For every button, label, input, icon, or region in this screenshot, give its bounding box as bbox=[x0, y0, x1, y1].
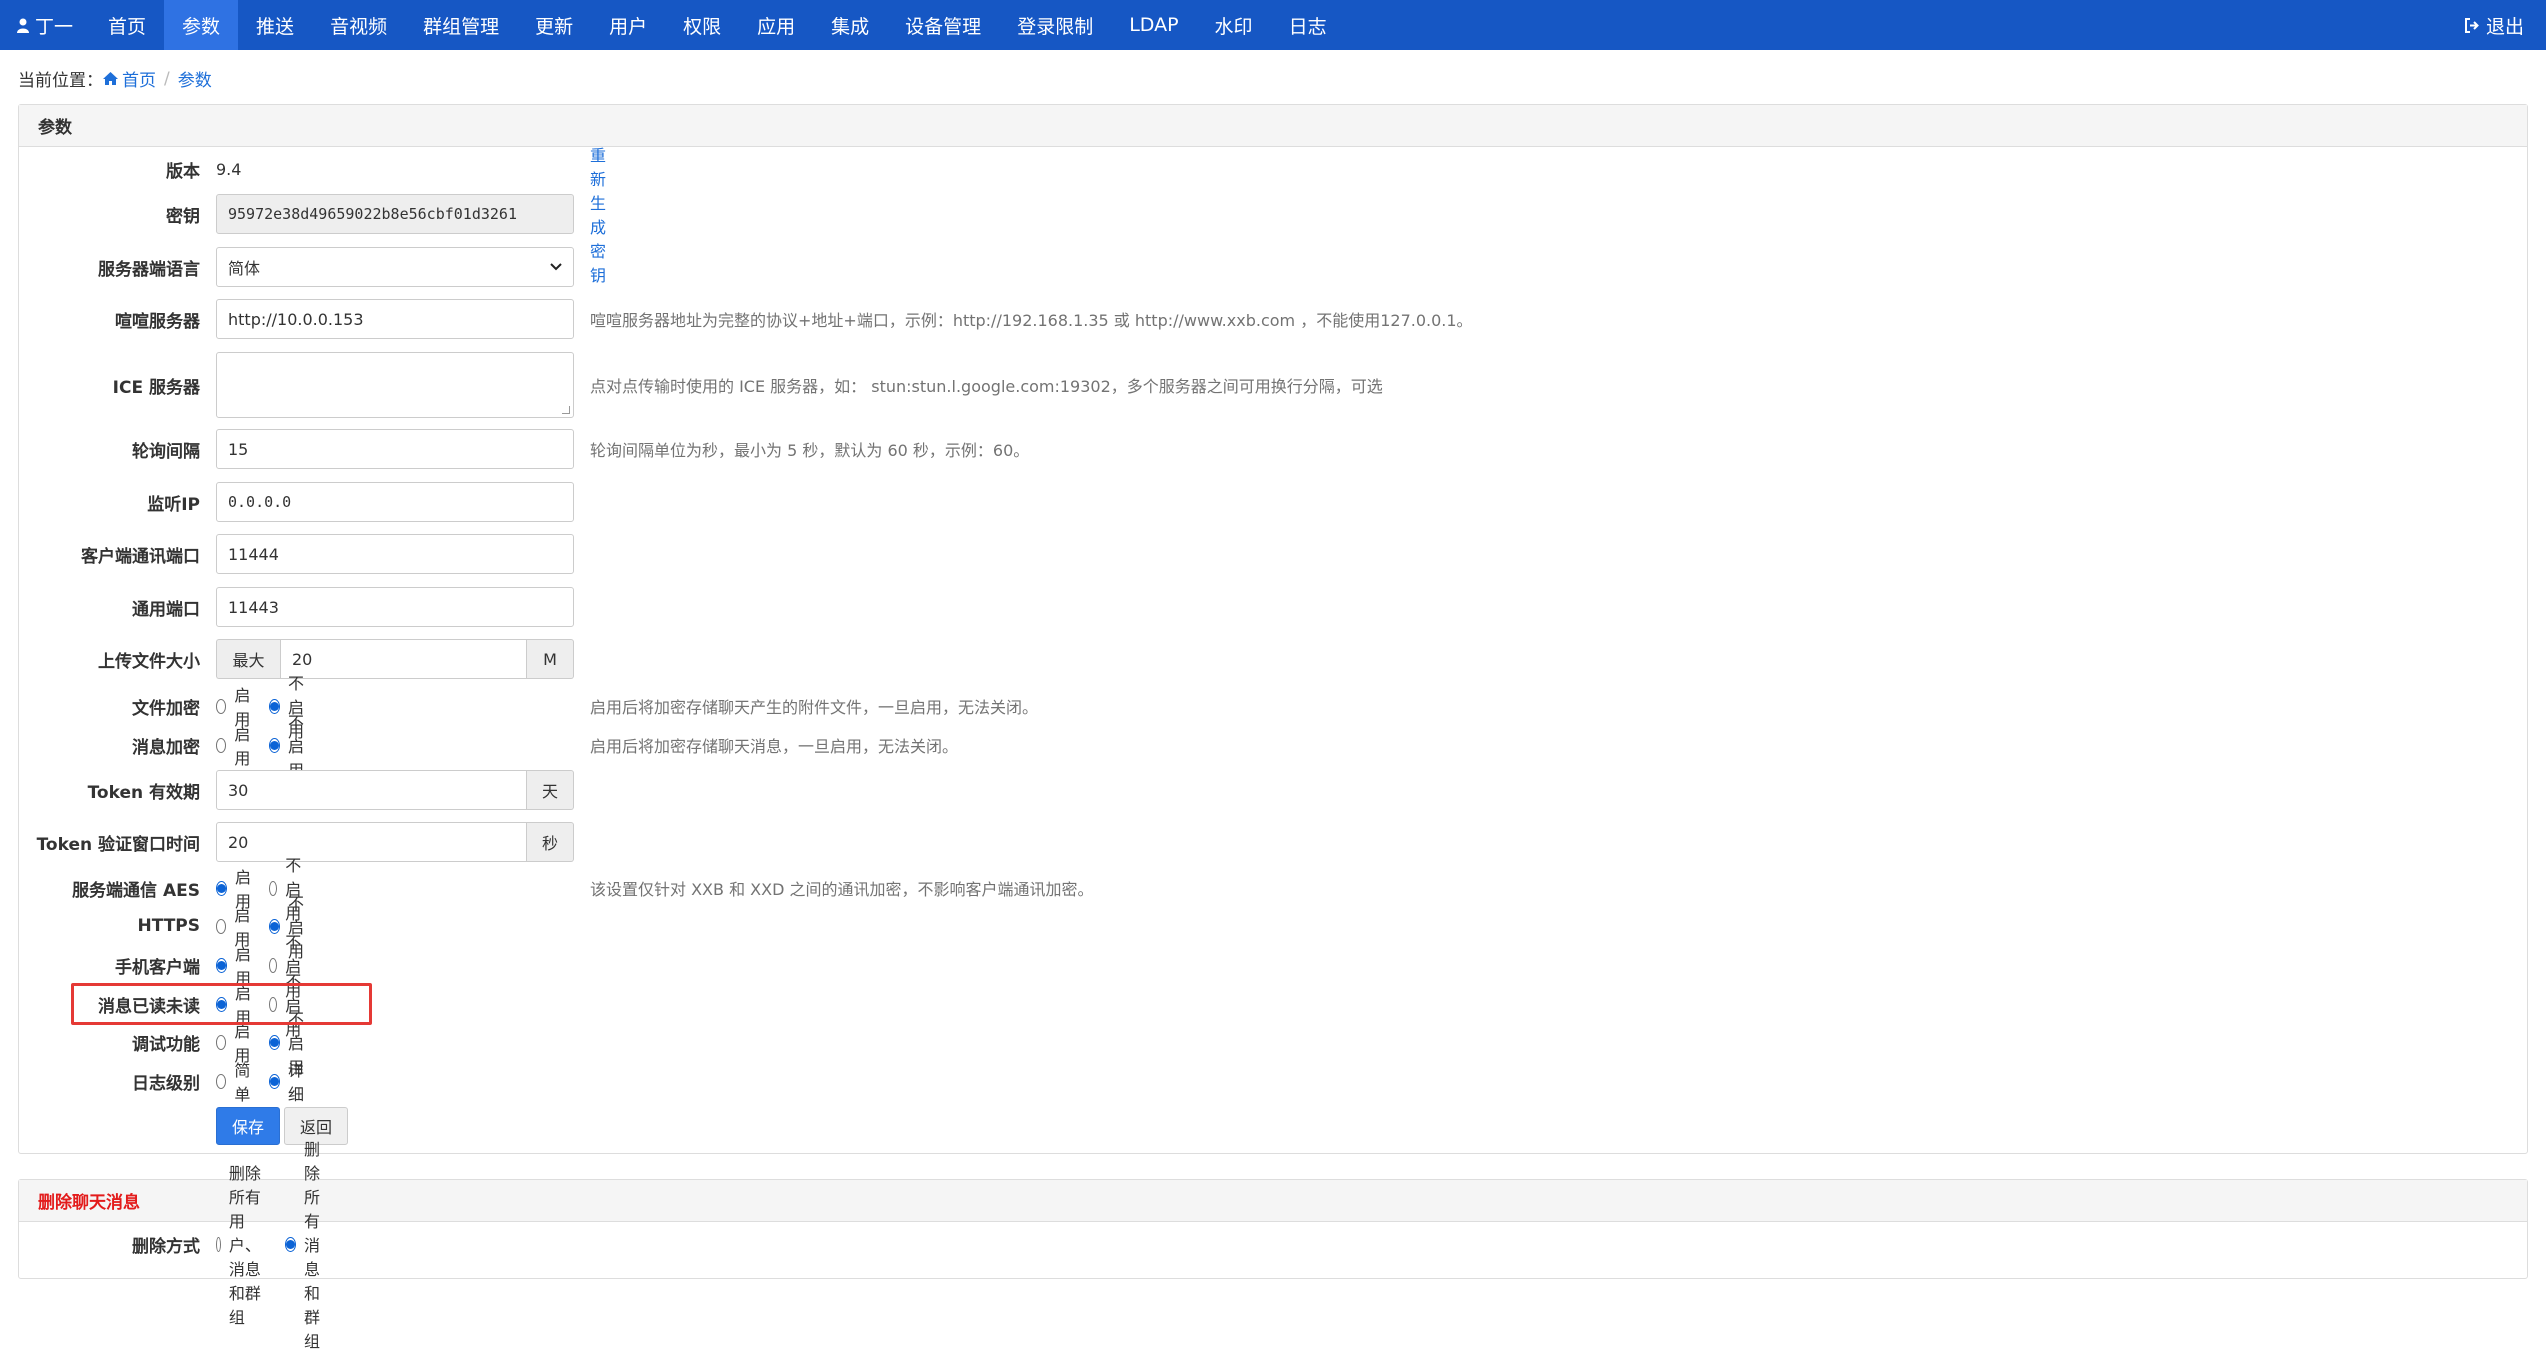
version-label: 版本 bbox=[166, 161, 200, 182]
token-label: Token 有效期 bbox=[87, 782, 200, 803]
server-help: 喧喧服务器地址为完整的协议+地址+端口，示例：http://192.168.1.… bbox=[590, 311, 1473, 330]
server-label: 喧喧服务器 bbox=[115, 311, 200, 332]
version-value: 9.4 bbox=[216, 159, 242, 179]
nav-item-params[interactable]: 参数 bbox=[164, 0, 239, 50]
radio-icon bbox=[216, 1073, 227, 1089]
breadcrumb-separator: / bbox=[164, 68, 170, 89]
user-name: 丁一 bbox=[35, 15, 74, 38]
user-menu[interactable]: 丁一 bbox=[0, 0, 90, 50]
common-port-label: 通用端口 bbox=[132, 599, 200, 620]
nav-item-push[interactable]: 推送 bbox=[238, 0, 312, 50]
poll-label: 轮询间隔 bbox=[132, 441, 200, 462]
resize-grip-icon[interactable] bbox=[562, 406, 570, 414]
token-input-group: 30 天 bbox=[216, 770, 574, 810]
delete-all-option[interactable]: 删除所有用户、消息和群组 bbox=[216, 1160, 271, 1328]
https-label: HTTPS bbox=[137, 916, 200, 936]
token-input[interactable]: 30 bbox=[216, 770, 527, 810]
top-navbar: 丁一 首页 参数 推送 音视频 群组管理 更新 用户 权限 应用 集成 设备管理… bbox=[0, 0, 2546, 50]
nav-item-groups[interactable]: 群组管理 bbox=[405, 0, 517, 50]
ice-label: ICE 服务器 bbox=[112, 377, 200, 398]
nav-item-login-limit[interactable]: 登录限制 bbox=[999, 0, 1111, 50]
server-input[interactable]: http://10.0.0.153 bbox=[216, 299, 574, 339]
client-port-label: 客户端通讯端口 bbox=[81, 546, 200, 567]
aes-label: 服务端通信 AES bbox=[72, 880, 200, 901]
key-label: 密钥 bbox=[166, 206, 200, 227]
common-port-input[interactable]: 11443 bbox=[216, 587, 574, 627]
language-label: 服务器端语言 bbox=[98, 259, 200, 280]
delete-mode-label: 删除方式 bbox=[132, 1236, 200, 1257]
msg-enc-enable[interactable]: 启用 bbox=[216, 721, 255, 769]
ip-label: 监听IP bbox=[147, 494, 200, 515]
chevron-down-icon bbox=[550, 263, 562, 271]
radio-checked-icon bbox=[269, 1034, 281, 1050]
logout-icon bbox=[2464, 17, 2480, 33]
delete-panel: 删除聊天消息 删除方式 删除所有用户、消息和群组 删除所有消息和群组 bbox=[18, 1140, 2528, 1351]
read-status-label: 消息已读未读 bbox=[98, 996, 200, 1017]
nav-item-devices[interactable]: 设备管理 bbox=[887, 0, 999, 50]
client-port-input[interactable]: 11444 bbox=[216, 534, 574, 574]
msg-enc-help: 启用后将加密存储聊天消息，一旦启用，无法关闭。 bbox=[590, 737, 959, 756]
home-icon bbox=[103, 72, 118, 85]
radio-icon bbox=[216, 737, 227, 753]
breadcrumb: 当前位置： 首页 / 参数 bbox=[18, 66, 212, 92]
ice-textarea[interactable] bbox=[216, 352, 574, 418]
debug-label: 调试功能 bbox=[132, 1034, 200, 1055]
nav-item-home[interactable]: 首页 bbox=[90, 0, 164, 50]
key-field[interactable]: 95972e38d49659022b8e56cbf01d3261 bbox=[216, 194, 574, 234]
log-level-simple[interactable]: 简单 bbox=[216, 1057, 255, 1105]
token-window-label: Token 验证窗口时间 bbox=[36, 834, 200, 855]
radio-icon bbox=[216, 1034, 227, 1050]
file-enc-label: 文件加密 bbox=[132, 698, 200, 719]
nav-item-watermark[interactable]: 水印 bbox=[1197, 0, 1271, 50]
radio-checked-icon bbox=[269, 1073, 281, 1089]
regenerate-key-link[interactable]: 重新生成密钥 bbox=[590, 142, 606, 286]
params-panel: 参数 版本 9.4 密钥 95972e38d49659022b8e56cbf01… bbox=[18, 104, 2528, 1154]
nav-item-logs[interactable]: 日志 bbox=[1271, 0, 1345, 50]
mobile-label: 手机客户端 bbox=[115, 957, 200, 978]
breadcrumb-home[interactable]: 首页 bbox=[103, 66, 156, 91]
upload-suffix: M bbox=[527, 639, 574, 679]
breadcrumb-prefix: 当前位置： bbox=[18, 71, 103, 91]
poll-help: 轮询间隔单位为秒，最小为 5 秒，默认为 60 秒，示例：60。 bbox=[590, 441, 1030, 460]
aes-help: 该设置仅针对 XXB 和 XXD 之间的通讯加密，不影响客户端通讯加密。 bbox=[590, 880, 1094, 899]
nav-item-av[interactable]: 音视频 bbox=[312, 0, 405, 50]
radio-checked-icon bbox=[285, 1236, 296, 1252]
radio-icon bbox=[216, 1236, 221, 1252]
ip-input[interactable]: 0.0.0.0 bbox=[216, 482, 574, 522]
nav-item-integration[interactable]: 集成 bbox=[813, 0, 887, 50]
logout-label: 退出 bbox=[2485, 15, 2524, 38]
breadcrumb-current[interactable]: 参数 bbox=[178, 66, 212, 91]
params-panel-title: 参数 bbox=[19, 105, 2527, 147]
msg-enc-label: 消息加密 bbox=[132, 737, 200, 758]
file-enc-help: 启用后将加密存储聊天产生的附件文件，一旦启用，无法关闭。 bbox=[590, 698, 1039, 717]
upload-label: 上传文件大小 bbox=[98, 651, 200, 672]
delete-messages-option[interactable]: 删除所有消息和群组 bbox=[285, 1136, 324, 1352]
token-window-suffix: 秒 bbox=[527, 822, 574, 862]
logout-link[interactable]: 退出 bbox=[2442, 0, 2546, 50]
log-level-detail[interactable]: 详细 bbox=[269, 1057, 308, 1105]
log-level-label: 日志级别 bbox=[132, 1073, 200, 1094]
delete-panel-title: 删除聊天消息 bbox=[19, 1180, 2527, 1222]
token-suffix: 天 bbox=[527, 770, 574, 810]
ice-help: 点对点传输时使用的 ICE 服务器，如： stun:stun.l.google.… bbox=[590, 377, 1383, 396]
poll-input[interactable]: 15 bbox=[216, 429, 574, 469]
radio-checked-icon bbox=[269, 737, 281, 753]
language-select[interactable]: 简体 bbox=[216, 247, 574, 287]
nav-item-permissions[interactable]: 权限 bbox=[665, 0, 739, 50]
nav-item-users[interactable]: 用户 bbox=[591, 0, 665, 50]
nav-item-apps[interactable]: 应用 bbox=[739, 0, 813, 50]
nav-item-ldap[interactable]: LDAP bbox=[1111, 0, 1196, 50]
nav-item-update[interactable]: 更新 bbox=[517, 0, 591, 50]
user-icon bbox=[17, 18, 29, 33]
